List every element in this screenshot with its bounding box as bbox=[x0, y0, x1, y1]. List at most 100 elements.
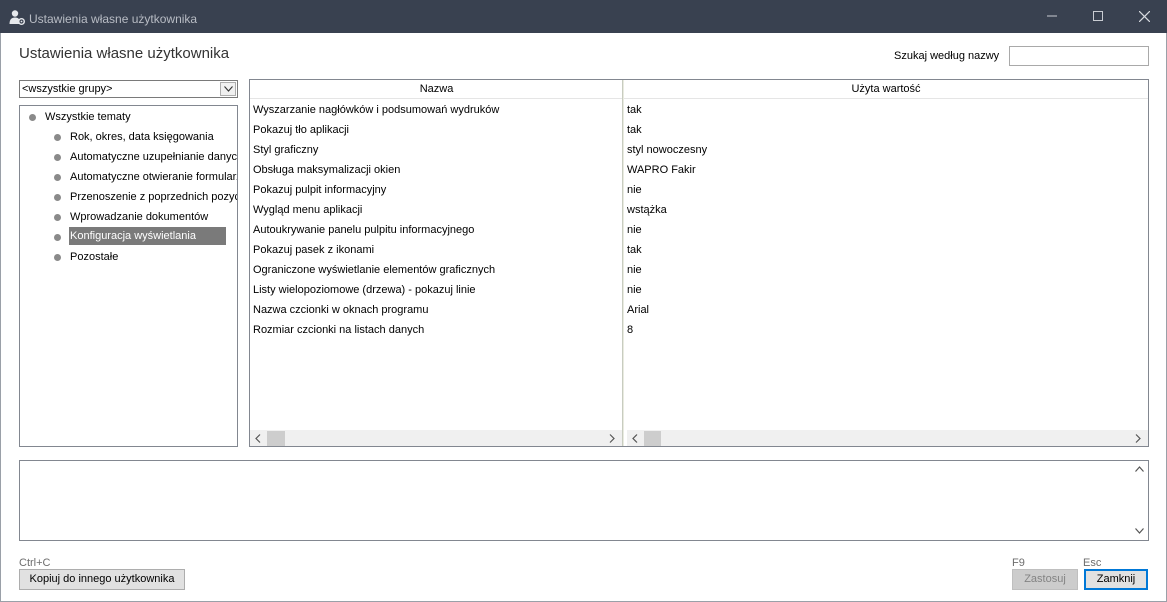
cell-name: Styl graficzny bbox=[253, 144, 319, 156]
cell-name: Pokazuj pasek z ikonami bbox=[253, 244, 375, 256]
scroll-left-button[interactable] bbox=[250, 430, 267, 446]
grid-row[interactable]: Pokazuj pulpit informacyjny nie bbox=[250, 180, 1148, 200]
description-scrollbar[interactable] bbox=[1131, 461, 1148, 540]
cell-name: Rozmiar czcionki na listach danych bbox=[253, 324, 425, 336]
cell-name: Nazwa czcionki w oknach programu bbox=[253, 304, 429, 316]
grid-row[interactable]: Listy wielopoziomowe (drzewa) - pokazuj … bbox=[250, 280, 1148, 300]
tree-item-label: Konfiguracja wyświetlania bbox=[69, 227, 226, 245]
bullet-icon bbox=[54, 174, 61, 181]
tree-item-otwieranie[interactable]: Automatyczne otwieranie formularzy bbox=[53, 168, 238, 186]
apply-shortcut-hint: F9 bbox=[1012, 557, 1025, 569]
cell-value: tak bbox=[627, 104, 642, 116]
description-panel[interactable] bbox=[19, 460, 1149, 541]
user-settings-icon bbox=[9, 9, 25, 25]
grid-row[interactable]: Obsługa maksymalizacji okien WAPRO Fakir bbox=[250, 160, 1148, 180]
tree-item-wprowadzanie[interactable]: Wprowadzanie dokumentów bbox=[53, 208, 237, 226]
title-bar: Ustawienia własne użytkownika bbox=[0, 0, 1167, 33]
dropdown-button[interactable] bbox=[220, 82, 236, 96]
page-title: Ustawienia własne użytkownika bbox=[19, 45, 230, 62]
tree-item-rok[interactable]: Rok, okres, data księgowania bbox=[53, 128, 237, 146]
tree-item-uzupelnianie[interactable]: Automatyczne uzupełnianie danych bbox=[53, 148, 238, 166]
column-header-name[interactable]: Nazwa bbox=[250, 80, 623, 99]
search-input[interactable] bbox=[1009, 46, 1149, 66]
grid-row[interactable]: Styl graficzny styl nowoczesny bbox=[250, 140, 1148, 160]
cell-value: nie bbox=[627, 264, 642, 276]
scroll-down-button[interactable] bbox=[1131, 523, 1148, 540]
tree-item-przenoszenie[interactable]: Przenoszenie z poprzednich pozycji bbox=[53, 188, 238, 206]
name-column-scrollbar[interactable] bbox=[250, 430, 622, 446]
cell-value: Arial bbox=[627, 304, 650, 316]
scroll-left-button[interactable] bbox=[627, 430, 644, 446]
bullet-icon bbox=[54, 214, 61, 221]
tree-item-label: Wszystkie tematy bbox=[45, 111, 131, 123]
group-select[interactable]: <wszystkie grupy> bbox=[19, 80, 238, 98]
grid-row[interactable]: Wygląd menu aplikacji wstążka bbox=[250, 200, 1148, 220]
chevron-right-icon bbox=[1135, 434, 1141, 443]
grid-row[interactable]: Wyszarzanie nagłówków i podsumowań wydru… bbox=[250, 100, 1148, 120]
tree-item-label: Automatyczne uzupełnianie danych bbox=[70, 151, 238, 163]
close-icon bbox=[1139, 11, 1150, 22]
grid-row[interactable]: Pokazuj pasek z ikonami tak bbox=[250, 240, 1148, 260]
search-label: Szukaj według nazwy bbox=[894, 50, 1000, 62]
cell-name: Wyszarzanie nagłówków i podsumowań wydru… bbox=[253, 104, 500, 116]
scroll-right-button[interactable] bbox=[604, 430, 621, 446]
grid-row[interactable]: Ograniczone wyświetlanie elementów grafi… bbox=[250, 260, 1148, 280]
cell-name: Pokazuj tło aplikacji bbox=[253, 124, 349, 136]
cell-name: Listy wielopoziomowe (drzewa) - pokazuj … bbox=[253, 284, 476, 296]
copy-to-user-button[interactable]: Kopiuj do innego użytkownika bbox=[19, 569, 185, 590]
cell-name: Ograniczone wyświetlanie elementów grafi… bbox=[253, 264, 496, 276]
cell-value: nie bbox=[627, 184, 642, 196]
tree-item-label: Automatyczne otwieranie formularzy bbox=[70, 171, 238, 183]
settings-grid[interactable]: Nazwa Użyta wartość Wyszarzanie nagłówkó… bbox=[249, 79, 1149, 447]
topic-tree[interactable]: Wszystkie tematy Rok, okres, data księgo… bbox=[19, 105, 238, 447]
column-header-value[interactable]: Użyta wartość bbox=[624, 80, 1148, 99]
cell-value: tak bbox=[627, 244, 642, 256]
copy-shortcut-hint: Ctrl+C bbox=[19, 557, 51, 569]
grid-row[interactable]: Autoukrywanie panelu pulpitu informacyjn… bbox=[250, 220, 1148, 240]
tree-item-label: Wprowadzanie dokumentów bbox=[70, 211, 209, 223]
grid-row[interactable]: Rozmiar czcionki na listach danych 8 bbox=[250, 320, 1148, 340]
tree-item-label: Rok, okres, data księgowania bbox=[70, 131, 214, 143]
bullet-icon bbox=[54, 254, 61, 261]
scroll-thumb[interactable] bbox=[644, 431, 661, 446]
close-button[interactable]: Zamknij bbox=[1084, 569, 1148, 590]
cell-value: styl nowoczesny bbox=[627, 144, 708, 156]
cell-value: tak bbox=[627, 124, 642, 136]
apply-button[interactable]: Zastosuj bbox=[1012, 569, 1078, 590]
tree-item-konfiguracja[interactable]: Konfiguracja wyświetlania bbox=[53, 226, 237, 245]
maximize-button[interactable] bbox=[1075, 0, 1121, 33]
cell-name: Autoukrywanie panelu pulpitu informacyjn… bbox=[253, 224, 475, 236]
grid-row[interactable]: Pokazuj tło aplikacji tak bbox=[250, 120, 1148, 140]
group-select-value: <wszystkie grupy> bbox=[22, 83, 113, 95]
close-shortcut-hint: Esc bbox=[1083, 557, 1102, 569]
tree-item-label: Przenoszenie z poprzednich pozycji bbox=[70, 191, 238, 203]
cell-value: WAPRO Fakir bbox=[627, 164, 696, 176]
cell-value: nie bbox=[627, 284, 642, 296]
tree-root[interactable]: Wszystkie tematy bbox=[28, 108, 237, 126]
chevron-up-icon bbox=[1135, 466, 1144, 472]
maximize-icon bbox=[1093, 11, 1103, 21]
cell-value: wstążka bbox=[627, 204, 667, 216]
bullet-icon bbox=[54, 234, 61, 241]
window-title: Ustawienia własne użytkownika bbox=[29, 12, 198, 26]
scroll-thumb[interactable] bbox=[267, 431, 285, 446]
close-window-button[interactable] bbox=[1121, 0, 1167, 33]
bullet-icon bbox=[54, 134, 61, 141]
bullet-icon bbox=[54, 154, 61, 161]
chevron-down-icon bbox=[224, 86, 233, 92]
grid-row[interactable]: Nazwa czcionki w oknach programu Arial bbox=[250, 300, 1148, 320]
chevron-left-icon bbox=[255, 434, 261, 443]
tree-item-pozostale[interactable]: Pozostałe bbox=[53, 248, 237, 266]
chevron-left-icon bbox=[632, 434, 638, 443]
tree-item-label: Pozostałe bbox=[70, 251, 119, 263]
cell-name: Obsługa maksymalizacji okien bbox=[253, 164, 401, 176]
cell-name: Pokazuj pulpit informacyjny bbox=[253, 184, 387, 196]
value-column-scrollbar[interactable] bbox=[627, 430, 1148, 446]
bullet-icon bbox=[29, 114, 36, 121]
cell-value: 8 bbox=[627, 324, 634, 336]
bullet-icon bbox=[54, 194, 61, 201]
scroll-right-button[interactable] bbox=[1130, 430, 1147, 446]
scroll-up-button[interactable] bbox=[1131, 461, 1148, 478]
minimize-button[interactable] bbox=[1029, 0, 1075, 33]
minimize-icon bbox=[1047, 15, 1057, 17]
